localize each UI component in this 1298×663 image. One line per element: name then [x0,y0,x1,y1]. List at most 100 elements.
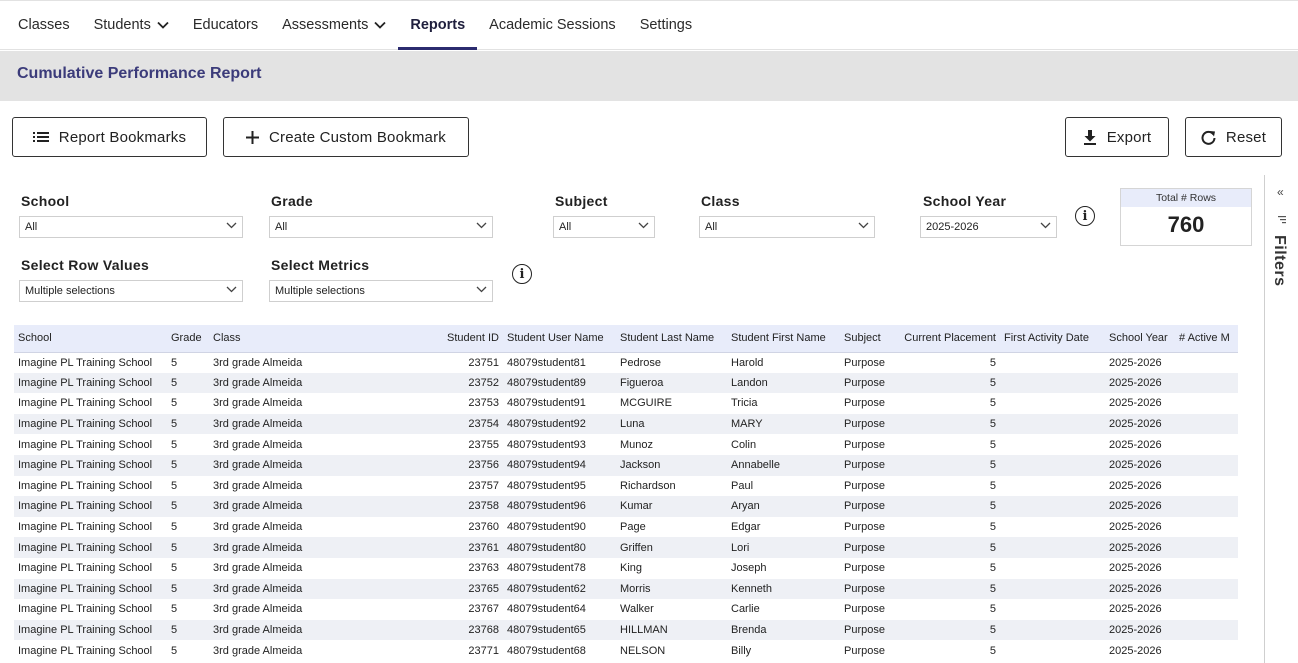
subject-dropdown[interactable]: All [553,216,655,238]
column-header[interactable]: # Active M [1175,325,1238,353]
table-row[interactable]: Imagine PL Training School 5 3rd grade Alm… [14,537,1238,558]
chevron-down-icon [858,222,869,229]
table-cell: Morris [616,578,727,600]
nav-item-classes[interactable]: Classes [6,1,82,49]
table-cell: Imagine PL Training School [14,537,167,558]
create-custom-bookmark-button[interactable]: Create Custom Bookmark [223,117,469,157]
info-icon[interactable]: i [1075,206,1095,226]
column-header[interactable]: Class [209,325,339,353]
table-cell: 5 [989,479,996,492]
table-row[interactable]: Imagine PL Training School 5 3rd grade Alm… [14,599,1238,620]
table-row[interactable]: Imagine PL Training School 5 3rd grade Alm… [14,496,1238,517]
table-cell [1000,640,1105,661]
table-row[interactable]: Imagine PL Training School 5 3rd grade Alm… [14,578,1238,600]
table-cell: Imagine PL Training School [14,619,167,641]
column-header[interactable]: Current Placement [892,325,1000,353]
table-cell: 48079student65 [503,619,616,641]
column-header[interactable]: School Year [1105,325,1175,353]
table-cell: 3rd grade Almeida [209,413,339,435]
table-cell: Imagine PL Training School [18,438,153,451]
column-header[interactable]: Student First Name [727,325,840,353]
table-cell: HILLMAN [616,619,727,641]
table-cell: 48079student78 [507,562,586,575]
row-values-dropdown[interactable]: Multiple selections [19,280,243,302]
collapse-panel-icon[interactable]: « [1277,185,1284,199]
school-dropdown[interactable]: All [19,216,243,238]
filters-side-panel[interactable]: « Filters [1264,175,1298,663]
table-cell [1000,578,1105,600]
nav-item-reports[interactable]: Reports [398,1,477,50]
table-cell: 3rd grade Almeida [213,603,303,616]
report-table: School Grade Class Student ID Student User N… [14,325,1238,661]
table-cell: Colin [731,438,757,451]
column-header[interactable]: Student Last Name [616,325,727,353]
column-header[interactable]: Grade [167,325,209,353]
nav-item-students[interactable]: Students [82,1,181,49]
table-cell: 48079student91 [507,397,586,410]
table-cell: 48079student95 [507,479,586,492]
table-cell: 48079student93 [507,438,586,451]
table-cell: 5 [167,537,209,558]
table-cell [1000,496,1105,517]
report-table-container[interactable]: School Grade Class Student ID Student User N… [14,325,1238,663]
table-header-row: School Grade Class Student ID Student User N… [14,325,1238,353]
table-cell: 5 [892,372,1000,394]
table-cell: 3rd grade Almeida [213,644,303,657]
table-row[interactable]: Imagine PL Training School 5 3rd grade Alm… [14,619,1238,641]
table-row[interactable]: Imagine PL Training School 5 3rd grade Alm… [14,413,1238,435]
table-row[interactable]: Imagine PL Training School 5 3rd grade Alm… [14,372,1238,394]
class-dropdown[interactable]: All [699,216,875,238]
export-button[interactable]: Export [1065,117,1169,157]
grade-dropdown[interactable]: All [269,216,493,238]
table-row[interactable]: Imagine PL Training School 5 3rd grade Alm… [14,454,1238,476]
table-cell: Carlie [731,603,760,616]
table-cell: 48079student62 [503,578,616,600]
table-row[interactable]: Imagine PL Training School 5 3rd grade Alm… [14,558,1238,579]
column-header[interactable]: School [14,325,167,353]
reset-button[interactable]: Reset [1185,117,1282,157]
table-row[interactable]: Imagine PL Training School 5 3rd grade Alm… [14,476,1238,497]
table-row[interactable]: Imagine PL Training School 5 3rd grade Alm… [14,352,1238,373]
table-cell: 5 [892,619,1000,641]
table-cell: Munoz [620,438,654,451]
table-cell: 5 [892,578,1000,600]
table-cell: 5 [167,372,209,394]
column-header[interactable]: Student ID [339,325,503,353]
table-cell: 23754 [339,413,503,435]
nav-item-assessments[interactable]: Assessments [270,1,398,49]
metrics-dropdown[interactable]: Multiple selections [269,280,493,302]
school-year-dropdown[interactable]: 2025-2026 [920,216,1057,238]
column-header[interactable]: First Activity Date [1000,325,1105,353]
nav-item-academic-sessions[interactable]: Academic Sessions [477,1,628,49]
table-cell: 23767 [468,603,499,616]
nav-item-educators[interactable]: Educators [181,1,270,49]
table-row[interactable]: Imagine PL Training School 5 3rd grade Alm… [14,640,1238,661]
table-cell: Paul [731,479,754,492]
table-cell: 5 [989,603,996,616]
nav-item-settings[interactable]: Settings [628,1,704,49]
table-cell: 48079student68 [507,644,586,657]
page-title: Cumulative Performance Report [17,65,262,82]
table-cell: 23755 [468,438,499,451]
table-cell [1000,454,1105,476]
table-cell: 2025-2026 [1105,578,1175,600]
table-cell: Aryan [727,496,840,517]
report-bookmarks-button[interactable]: Report Bookmarks [12,117,207,157]
table-cell: 3rd grade Almeida [213,356,303,369]
table-cell: Purpose [844,438,885,451]
table-cell: 3rd grade Almeida [209,454,339,476]
table-row[interactable]: Imagine PL Training School 5 3rd grade Alm… [14,393,1238,414]
table-row[interactable]: Imagine PL Training School 5 3rd grade Alm… [14,434,1238,455]
table-cell [1175,619,1238,641]
table-cell: 3rd grade Almeida [209,578,339,600]
table-cell: 2025-2026 [1105,496,1175,517]
table-cell: Purpose [840,619,892,641]
table-cell: Billy [731,644,752,657]
column-header[interactable]: Student User Name [503,325,616,353]
table-cell: Imagine PL Training School [18,644,153,657]
subject-filter-label: Subject [555,193,608,209]
column-header[interactable]: Subject [840,325,892,353]
table-cell: 3rd grade Almeida [209,372,339,394]
table-row[interactable]: Imagine PL Training School 5 3rd grade Alm… [14,517,1238,538]
metrics-info-icon[interactable]: i [512,264,532,284]
